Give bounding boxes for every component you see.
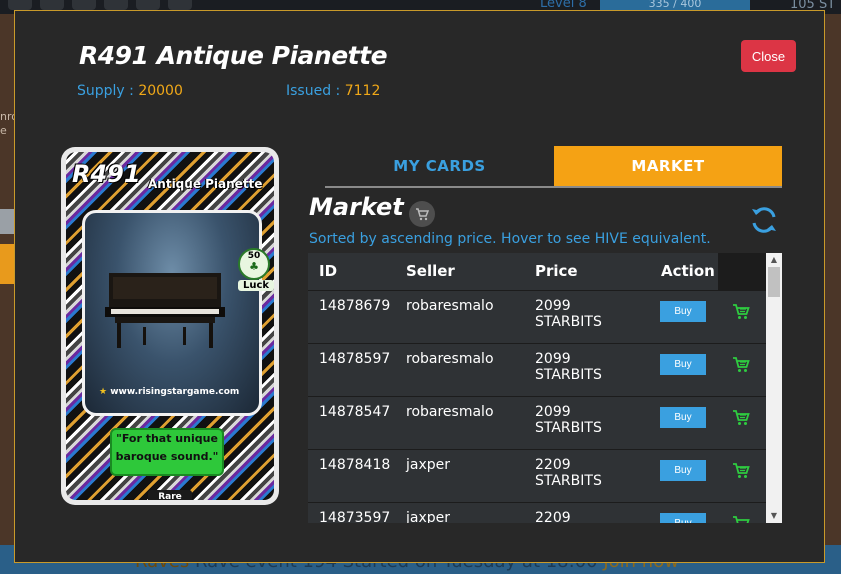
add-to-cart-icon[interactable]: [732, 463, 750, 479]
buy-button[interactable]: Buy: [660, 301, 706, 322]
modal-title: R491 Antique Pianette: [79, 41, 388, 70]
table-row: 14873597 jaxper 2209 Buy: [308, 503, 766, 523]
listing-id: 14878679: [319, 298, 391, 314]
column-header-id: ID: [319, 262, 338, 280]
supply-label: Supply :: [77, 83, 139, 99]
card-quote: "For that unique baroque sound.": [110, 428, 224, 476]
piano-illustration: [105, 273, 225, 348]
card-image: R491 Antique Pianette ★ www.risingstarga…: [61, 147, 279, 505]
card-rarity: Rare: [148, 490, 192, 500]
issued-label: Issued :: [286, 83, 345, 99]
column-header-price: Price: [535, 262, 578, 280]
listing-seller: jaxper: [406, 457, 451, 473]
card-modal: R491 Antique Pianette Supply : 20000 Iss…: [14, 10, 825, 563]
card-frame: R491 Antique Pianette ★ www.risingstarga…: [66, 152, 274, 500]
listing-price: 2099 STARBITS: [535, 298, 602, 330]
scrollbar-thumb[interactable]: [768, 267, 780, 297]
buy-button[interactable]: Buy: [660, 407, 706, 428]
market-heading: Market: [309, 193, 404, 221]
listing-price: 2099 STARBITS: [535, 351, 602, 383]
star-icon: ★: [99, 387, 108, 397]
table-row: 14878679 robaresmalo 2099 STARBITS Buy: [308, 291, 766, 344]
market-table: ID Seller Price Action 14878679 robaresm…: [308, 253, 782, 523]
menu-icon: [8, 0, 32, 10]
card-name: Antique Pianette: [148, 177, 263, 191]
close-button[interactable]: Close: [741, 40, 796, 72]
listing-seller: jaxper: [406, 510, 451, 523]
shopping-cart-icon: [409, 201, 435, 227]
buy-button[interactable]: Buy: [660, 460, 706, 481]
column-header-seller: Seller: [406, 262, 455, 280]
cards-icon: [40, 0, 64, 10]
music-icon: [136, 0, 160, 10]
supply-value: 20000: [138, 83, 183, 99]
sort-note: Sorted by ascending price. Hover to see …: [309, 231, 711, 247]
listing-seller: robaresmalo: [406, 351, 494, 367]
xp-bar: 335 / 400: [600, 0, 750, 10]
card-website-text: www.risingstargame.com: [110, 387, 240, 397]
trophy-icon: [72, 0, 96, 10]
listing-price: 2209 STARBITS: [535, 457, 602, 489]
table-header: ID Seller Price Action: [308, 253, 718, 290]
background-right: [825, 14, 841, 574]
add-to-cart-icon[interactable]: [732, 410, 750, 426]
column-header-action: Action: [661, 262, 715, 280]
listing-id: 14878418: [319, 457, 391, 473]
issued-value: 7112: [344, 83, 381, 99]
tab-market[interactable]: MARKET: [554, 146, 782, 188]
buy-button[interactable]: Buy: [660, 354, 706, 375]
table-row: 14878547 robaresmalo 2099 STARBITS Buy: [308, 397, 766, 450]
luck-badge: 50 ♣: [238, 248, 270, 280]
tab-my-cards[interactable]: MY CARDS: [325, 146, 554, 188]
add-to-cart-icon[interactable]: [732, 357, 750, 373]
add-to-cart-icon[interactable]: [732, 516, 750, 523]
listing-price: 2099 STARBITS: [535, 404, 602, 436]
ghost-icon: [168, 0, 192, 10]
listing-price: 2209: [535, 510, 571, 523]
card-website: ★ www.risingstargame.com: [99, 387, 239, 397]
buy-button[interactable]: Buy: [660, 513, 706, 523]
tools-icon: [104, 0, 128, 10]
issued-stat: Issued : 7112: [286, 83, 380, 99]
scroll-down-arrow-icon[interactable]: ▼: [766, 509, 782, 523]
supply-stat: Supply : 20000: [77, 83, 183, 99]
listing-id: 14873597: [319, 510, 391, 523]
card-art: ★ www.risingstargame.com: [82, 210, 262, 416]
table-scrollbar[interactable]: ▲ ▼: [766, 253, 782, 523]
scroll-up-arrow-icon[interactable]: ▲: [766, 253, 782, 267]
table-row: 14878418 jaxper 2209 STARBITS Buy: [308, 450, 766, 503]
listing-seller: robaresmalo: [406, 404, 494, 420]
listing-seller: robaresmalo: [406, 298, 494, 314]
luck-label: Luck: [238, 280, 274, 291]
card-code: R491: [72, 160, 141, 188]
listing-id: 14878547: [319, 404, 391, 420]
refresh-icon[interactable]: [748, 204, 780, 236]
table-row: 14878597 robaresmalo 2099 STARBITS Buy: [308, 344, 766, 397]
listing-id: 14878597: [319, 351, 391, 367]
clover-icon: ♣: [249, 260, 259, 273]
add-to-cart-icon[interactable]: [732, 304, 750, 320]
